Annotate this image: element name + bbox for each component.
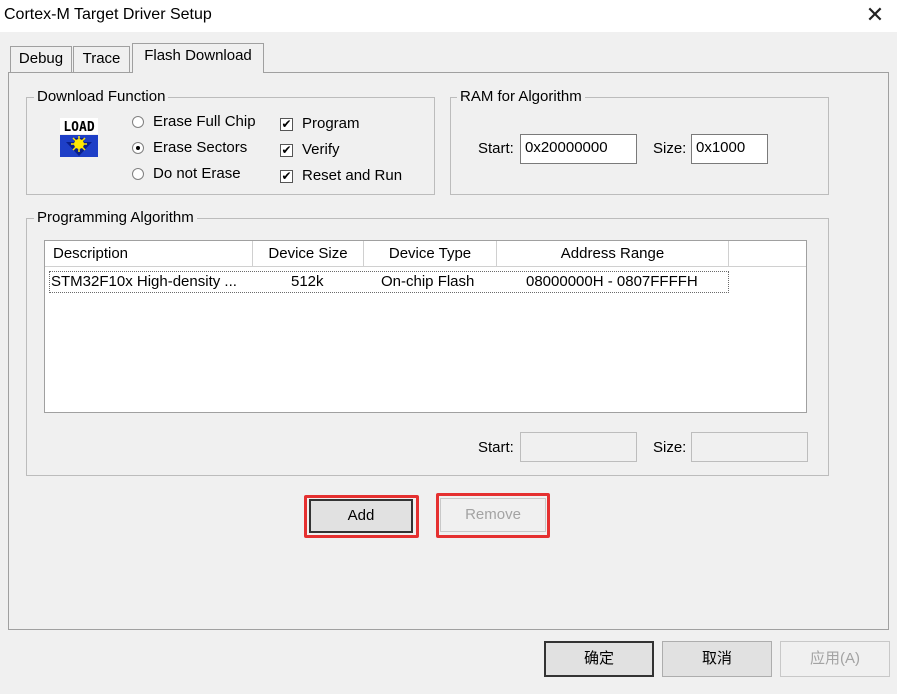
column-header-filler — [729, 241, 806, 267]
ram-start-input[interactable]: 0x20000000 — [520, 134, 637, 164]
window-title: Cortex-M Target Driver Setup — [4, 6, 212, 23]
tab-debug[interactable]: Debug — [10, 46, 72, 72]
column-header-device-type[interactable]: Device Type — [364, 241, 497, 267]
download-function-title: Download Function — [34, 88, 169, 106]
load-icon: LOAD — [58, 118, 100, 162]
remove-button: Remove — [440, 498, 546, 532]
column-header-device-size[interactable]: Device Size — [253, 241, 364, 267]
algorithm-list[interactable]: Description Device Size Device Type Addr… — [44, 240, 807, 413]
add-button[interactable]: Add — [309, 499, 413, 533]
cell-device-type: On-chip Flash — [381, 273, 475, 290]
ram-size-label: Size: — [653, 140, 687, 157]
algo-size-label: Size: — [653, 439, 687, 456]
radio-do-not-erase[interactable] — [132, 168, 144, 180]
column-header-address-range[interactable]: Address Range — [497, 241, 729, 267]
algo-start-label: Start: — [478, 439, 514, 456]
verify-checkbox[interactable]: ✔ — [280, 144, 293, 157]
apply-button: 应用(A) — [780, 641, 890, 677]
column-header-description[interactable]: Description — [45, 241, 253, 267]
erase-sectors-label: Erase Sectors — [153, 139, 248, 156]
cell-description: STM32F10x High-density ... — [51, 273, 237, 290]
programming-algorithm-title: Programming Algorithm — [34, 209, 197, 227]
reset-and-run-label: Reset and Run — [302, 167, 403, 184]
tab-flash-download[interactable]: Flash Download — [132, 43, 264, 73]
program-checkbox[interactable]: ✔ — [280, 118, 293, 131]
cell-device-size: 512k — [291, 273, 324, 290]
verify-label: Verify — [302, 141, 340, 158]
erase-full-chip-label: Erase Full Chip — [153, 113, 256, 130]
algo-start-input — [520, 432, 637, 462]
ram-for-algorithm-title: RAM for Algorithm — [457, 88, 585, 106]
cell-address-range: 08000000H - 0807FFFFH — [526, 273, 698, 290]
algo-size-input — [691, 432, 808, 462]
reset-and-run-checkbox[interactable]: ✔ — [280, 170, 293, 183]
cancel-button[interactable]: 取消 — [662, 641, 772, 677]
ok-button[interactable]: 确定 — [544, 641, 654, 677]
program-label: Program — [302, 115, 360, 132]
radio-erase-sectors[interactable] — [132, 142, 144, 154]
close-icon[interactable]: ✕ — [862, 2, 888, 28]
ram-start-label: Start: — [478, 140, 514, 157]
table-row[interactable]: STM32F10x High-density ... 512k On-chip … — [49, 271, 729, 293]
do-not-erase-label: Do not Erase — [153, 165, 241, 182]
svg-text:LOAD: LOAD — [63, 120, 94, 135]
ram-size-input[interactable]: 0x1000 — [691, 134, 768, 164]
tab-trace[interactable]: Trace — [73, 46, 130, 72]
radio-erase-full-chip[interactable] — [132, 116, 144, 128]
